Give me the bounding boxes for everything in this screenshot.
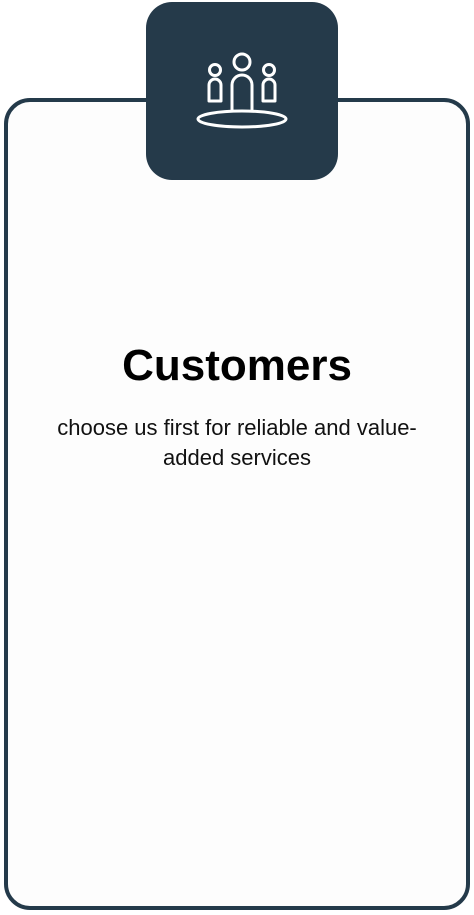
- people-group-icon: [196, 52, 288, 129]
- icon-tile: [146, 2, 338, 180]
- card-description: choose us first for reliable and value-a…: [57, 415, 417, 470]
- customers-card: [4, 98, 470, 910]
- card-title: Customers: [122, 341, 352, 390]
- page: Customers choose us first for reliable a…: [0, 0, 474, 915]
